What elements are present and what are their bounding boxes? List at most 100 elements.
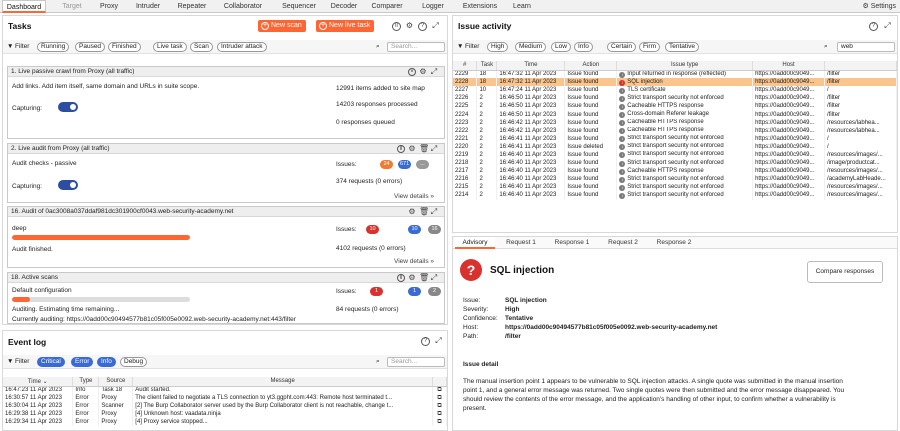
issues-info-badge[interactable]: 16 <box>428 225 441 234</box>
chip-error[interactable]: Error <box>71 357 94 367</box>
filter-icon[interactable]: ▼ <box>7 358 13 365</box>
tab-sequencer[interactable]: Sequencer <box>276 0 322 13</box>
issue-row[interactable]: 2226 2 16:46:50 11 Apr 2023 Issue found i Str… <box>453 94 897 103</box>
chip-firm[interactable]: Firm <box>639 42 660 52</box>
tasks-search-input[interactable]: Search... <box>387 42 445 52</box>
tab-response-1[interactable]: Response 1 <box>549 237 595 249</box>
chip-high[interactable]: High <box>487 42 509 52</box>
event-log-row[interactable]: 16:30:04 11 Apr 2023 Error Scanner [2] The … <box>3 402 447 411</box>
expand-icon[interactable]: ⤢ <box>434 337 443 346</box>
trash-icon[interactable]: 🗑 <box>419 274 429 282</box>
issues-high-badge[interactable]: 10 <box>366 225 379 234</box>
expand-icon[interactable]: ⤢ <box>430 68 438 76</box>
trash-icon[interactable]: 🗑 <box>419 208 429 216</box>
task-card-1[interactable]: 1. Live passive crawl from Proxy (all tr… <box>7 66 445 139</box>
tab-extensions[interactable]: Extensions <box>458 0 502 13</box>
col-path[interactable] <box>824 61 897 71</box>
chip-running[interactable]: Running <box>37 42 70 52</box>
col-type[interactable]: Type <box>72 377 100 387</box>
event-log-search-input[interactable]: Search... <box>387 357 445 367</box>
compare-responses-button[interactable]: Compare responses <box>807 261 883 283</box>
col-message[interactable]: Message <box>132 377 433 387</box>
help-icon[interactable]: ? <box>869 22 878 31</box>
tab-logger[interactable]: Logger <box>418 0 448 13</box>
issue-row[interactable]: 2218 2 16:46:40 11 Apr 2023 Issue found i Str… <box>453 159 897 168</box>
event-log-row[interactable]: 16:29:34 11 Apr 2023 Error Proxy [4] Proxy … <box>3 418 447 427</box>
tab-repeater[interactable]: Repeater <box>172 0 212 13</box>
event-log-row[interactable]: 16:30:57 11 Apr 2023 Error Proxy The client… <box>3 394 447 403</box>
col-host[interactable]: Host <box>752 61 826 71</box>
tab-intruder[interactable]: Intruder <box>130 0 166 13</box>
issues-high-badge[interactable]: 1 <box>370 287 383 296</box>
new-live-task-button[interactable]: + New live task <box>316 20 375 32</box>
trash-icon[interactable]: 🗑 <box>419 145 429 153</box>
chip-debug[interactable]: Debug <box>120 357 148 367</box>
issues-medium-badge[interactable]: 1 <box>408 287 421 296</box>
task-card-2[interactable]: 2. Live audit from Proxy (all traffic) l… <box>7 143 445 203</box>
pause-icon[interactable]: ll <box>397 274 405 282</box>
capturing-toggle[interactable] <box>58 180 78 190</box>
chip-critical[interactable]: Critical <box>37 357 65 367</box>
col-issue-type[interactable]: Issue type <box>616 61 754 71</box>
expand-icon[interactable]: ⤢ <box>430 208 438 216</box>
tab-dashboard[interactable]: Dashboard <box>2 0 46 13</box>
pause-icon[interactable]: ll <box>397 145 405 153</box>
expand-icon[interactable]: ⤢ <box>430 274 438 282</box>
gear-icon[interactable]: ⚙ <box>419 68 427 76</box>
capturing-toggle[interactable] <box>58 102 78 112</box>
chip-finished[interactable]: Finished <box>108 42 141 52</box>
col-time[interactable]: Time ⌄ <box>3 377 74 387</box>
help-icon[interactable]: ? <box>421 337 430 346</box>
col-time[interactable]: Time <box>496 61 566 71</box>
chip-info[interactable]: Info <box>97 357 116 367</box>
chip-scan[interactable]: Scan <box>190 42 213 52</box>
issue-search-input[interactable]: web <box>837 42 895 52</box>
col-source[interactable]: Source <box>98 377 134 387</box>
close-icon[interactable]: × <box>408 68 416 76</box>
open-external-icon[interactable]: ⧉ <box>432 386 447 395</box>
issue-row[interactable]: 2217 2 16:46:40 11 Apr 2023 Issue found i Cac… <box>453 167 897 176</box>
issues-info-badge[interactable]: 2 <box>428 287 441 296</box>
tab-request-1[interactable]: Request 1 <box>501 237 541 249</box>
gear-icon[interactable]: ⚙ <box>405 22 414 31</box>
open-external-icon[interactable]: ⧉ <box>432 402 447 411</box>
new-scan-button[interactable]: + New scan <box>258 20 306 32</box>
chip-intruder-attack[interactable]: Intruder attack <box>217 42 267 52</box>
issue-row[interactable]: 2229 18 16:47:32 11 Apr 2023 Issue found i In… <box>453 70 897 79</box>
issue-row[interactable]: 2225 2 16:46:50 11 Apr 2023 Issue found i Cac… <box>453 102 897 111</box>
settings-button[interactable]: ⚙ Settings <box>862 0 896 13</box>
tab-decoder[interactable]: Decoder <box>327 0 361 13</box>
col-action[interactable]: Action <box>564 61 618 71</box>
issue-row[interactable]: 2214 2 16:46:40 11 Apr 2023 Issue found i Str… <box>453 191 897 200</box>
issue-row[interactable]: 2215 2 16:46:40 11 Apr 2023 Issue found i Str… <box>453 183 897 192</box>
expand-icon[interactable]: ⤢ <box>883 22 892 31</box>
issues-high-badge[interactable]: 24 <box>380 160 393 169</box>
expand-icon[interactable]: ⤢ <box>431 22 440 31</box>
expand-icon[interactable]: ⤢ <box>430 145 438 153</box>
tab-learn[interactable]: Learn <box>508 0 536 13</box>
task-card-16[interactable]: 16. Audit of 0ac3008a037ddaf981dc301900c… <box>7 206 445 268</box>
issue-row[interactable]: 2228 18 16:47:32 11 Apr 2023 Issue found! SQ… <box>453 78 897 87</box>
issue-row[interactable]: 2222 2 16:46:42 11 Apr 2023 Issue found i Cac… <box>453 126 897 135</box>
help-icon[interactable]: ? <box>418 22 427 31</box>
issues-info-badge[interactable]: ... <box>416 160 429 169</box>
task-card-18[interactable]: 18. Active scans ll ⚙ 🗑 ⤢ Default config… <box>7 272 445 324</box>
tab-advisory[interactable]: Advisory <box>455 237 495 249</box>
issue-row[interactable]: 2224 2 16:46:50 11 Apr 2023 Issue found i Cro… <box>453 110 897 119</box>
view-details-link[interactable]: View details » <box>394 258 434 265</box>
open-external-icon[interactable]: ⧉ <box>432 418 447 427</box>
filter-icon[interactable]: ▼ <box>7 43 13 50</box>
tab-target[interactable]: Target <box>52 0 92 13</box>
view-details-link[interactable]: View details » <box>394 193 434 200</box>
col-number[interactable]: # <box>453 61 478 71</box>
tab-collaborator[interactable]: Collaborator <box>218 0 268 13</box>
chip-info[interactable]: Info <box>574 42 593 52</box>
tab-proxy[interactable]: Proxy <box>94 0 124 13</box>
tab-response-2[interactable]: Response 2 <box>651 237 697 249</box>
chip-paused[interactable]: Paused <box>75 42 106 52</box>
gear-icon[interactable]: ⚙ <box>408 145 416 153</box>
open-external-icon[interactable]: ⧉ <box>432 394 447 403</box>
event-log-row[interactable]: 16:29:38 11 Apr 2023 Error Proxy [4] Unknow… <box>3 410 447 419</box>
issue-row[interactable]: 2219 2 16:46:40 11 Apr 2023 Issue found i Str… <box>453 150 897 160</box>
chip-medium[interactable]: Medium <box>515 42 547 52</box>
